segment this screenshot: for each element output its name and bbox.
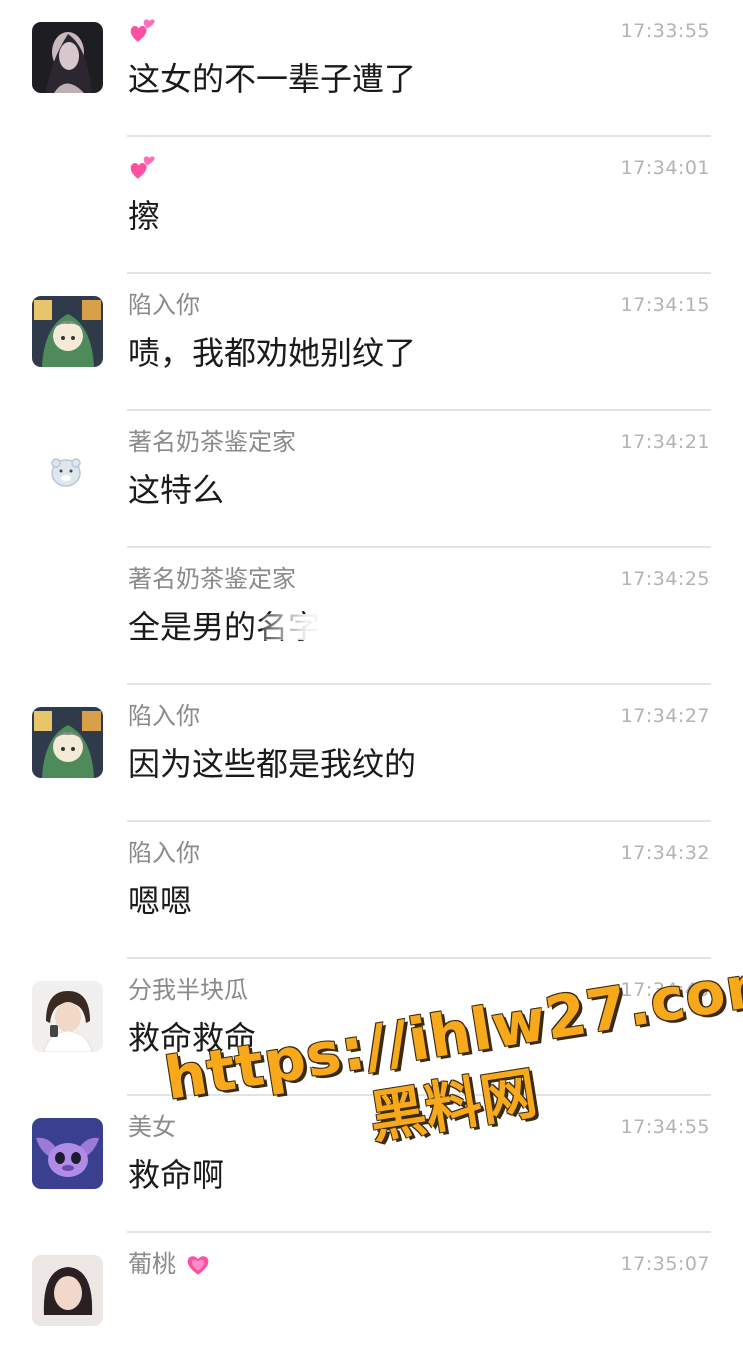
message-time: 17:33:55: [620, 20, 710, 42]
sender-name: 美女: [128, 1113, 176, 1141]
chat-message: 17:34:01 擦: [0, 137, 743, 274]
smudge-overlay: [262, 614, 342, 640]
avatar[interactable]: [32, 433, 103, 504]
woman-avatar: [32, 1255, 103, 1326]
message-text[interactable]: 救命啊: [128, 1153, 224, 1197]
sparkling-heart-icon: [187, 1256, 208, 1275]
message-time: 17:34:21: [620, 431, 710, 453]
message-time: 17:34:25: [620, 568, 710, 590]
sender-name: 陷入你: [128, 702, 200, 730]
chat-message: 17:33:55 这女的不一辈子遭了: [0, 0, 743, 137]
sender-name: 著名奶茶鉴定家: [128, 565, 296, 593]
chat-message: 陷入你 17:34:15 啧，我都劝她别纹了: [0, 274, 743, 411]
message-time: 17:34:49: [620, 979, 710, 1001]
chat-message: 陷入你 17:34:27 因为这些都是我纹的: [0, 685, 743, 822]
message-time: 17:34:55: [620, 1116, 710, 1138]
message-time: 17:34:01: [620, 157, 710, 179]
message-time: 17:34:15: [620, 294, 710, 316]
avatar[interactable]: [32, 22, 103, 93]
sender-name: [128, 16, 156, 46]
message-text[interactable]: 擦: [128, 194, 160, 238]
message-text[interactable]: 啧，我都劝她别纹了: [128, 331, 416, 375]
message-time: 17:35:07: [620, 1253, 710, 1275]
message-text[interactable]: 嗯嗯: [128, 879, 192, 923]
message-time: 17:34:27: [620, 705, 710, 727]
chat-message: 著名奶茶鉴定家 17:34:21 这特么: [0, 411, 743, 548]
dark-girl-avatar: [32, 22, 103, 93]
chat-message: 著名奶茶鉴定家 17:34:25 全是男的名字: [0, 548, 743, 685]
sender-name: 著名奶茶鉴定家: [128, 428, 296, 456]
green-hood-girl-avatar: [32, 296, 103, 367]
sender-name: [128, 153, 156, 183]
message-text[interactable]: 救命救命: [128, 1016, 256, 1060]
message-text[interactable]: 这女的不一辈子遭了: [128, 57, 416, 101]
message-time: 17:34:32: [620, 842, 710, 864]
purple-stitch-avatar: [32, 1118, 103, 1189]
green-hood-girl-avatar: [32, 707, 103, 778]
message-text[interactable]: 这特么: [128, 468, 224, 512]
sender-name: 陷入你: [128, 839, 200, 867]
message-text[interactable]: 因为这些都是我纹的: [128, 742, 416, 786]
hamster-avatar: [32, 433, 103, 504]
sender-name: 葡桃: [128, 1249, 212, 1279]
sparkling-heart-icon: [130, 19, 155, 42]
avatar[interactable]: [32, 707, 103, 778]
sender-name: 分我半块瓜: [128, 976, 248, 1004]
chat-message: 陷入你 17:34:32 嗯嗯: [0, 822, 743, 959]
avatar[interactable]: [32, 296, 103, 367]
avatar[interactable]: [32, 981, 103, 1052]
sparkling-heart-icon: [130, 156, 155, 179]
chat-message: 葡桃 17:35:07: [0, 1233, 743, 1370]
avatar[interactable]: [32, 1118, 103, 1189]
sender-name: 陷入你: [128, 291, 200, 319]
short-hair-girl-avatar: [32, 981, 103, 1052]
avatar[interactable]: [32, 1255, 103, 1326]
chat-message: 分我半块瓜 17:34:49 救命救命: [0, 959, 743, 1096]
chat-message: 美女 17:34:55 救命啊: [0, 1096, 743, 1233]
